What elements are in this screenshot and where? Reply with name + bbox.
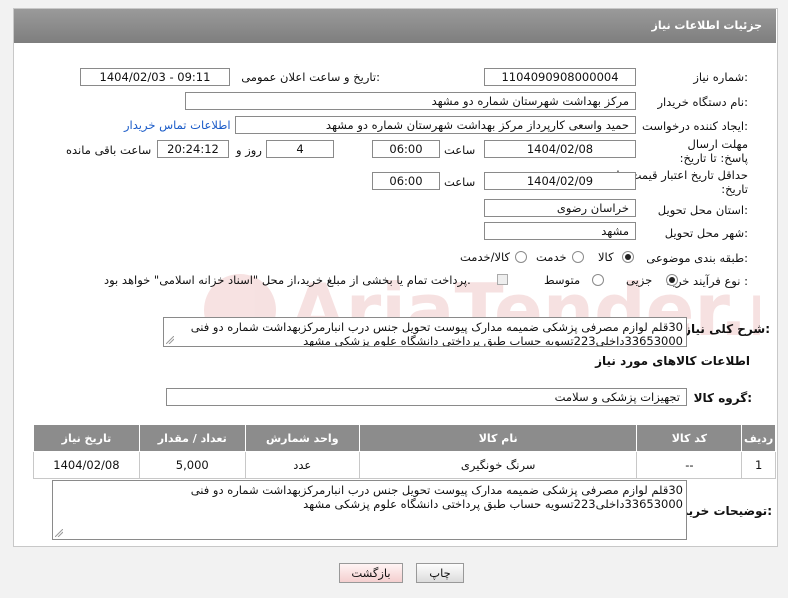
days-field: 4 [266, 140, 334, 158]
buyer-notes-text: 30قلم لوازم مصرفی پزشکی ضمیمه مدارک پیوس… [190, 483, 683, 511]
resize-grip-icon [55, 529, 63, 537]
goods-group-field: تجهیزات پزشکی و سلامت [166, 388, 687, 406]
page-title: جزئیات اطلاعات نیاز [651, 19, 763, 32]
buyer-org-field: مرکز بهداشت شهرستان شماره دو مشهد [185, 92, 636, 110]
back-button[interactable]: بازگشت [339, 563, 403, 583]
goods-section-title: اطلاعات کالاهای مورد نیاز [595, 354, 750, 368]
creator-label: ایجاد کننده درخواست: [642, 119, 748, 133]
title-bar: جزئیات اطلاعات نیاز [14, 9, 776, 43]
process-label: نوع فرآیند خرید : [666, 274, 748, 288]
payment-note: پرداخت تمام یا بخشی از مبلغ خرید،از محل … [104, 273, 471, 287]
validity-time-field: 06:00 [372, 172, 440, 190]
deadline-time-label: ساعت [444, 143, 476, 157]
process-radio-medium[interactable] [592, 274, 604, 286]
city-label: شهر محل تحویل: [664, 226, 748, 240]
category-option-goods: کالا [598, 250, 614, 264]
process-option-minor: جزیی [626, 273, 653, 287]
process-option-medium: متوسط [544, 273, 581, 287]
buyer-notes-textarea[interactable]: 30قلم لوازم مصرفی پزشکی ضمیمه مدارک پیوس… [52, 480, 687, 540]
cell-date: 1404/02/08 [33, 451, 140, 479]
cell-name: سرنگ خونگیری [358, 451, 638, 479]
deadline-label: مهلت ارسال پاسخ: تا تاریخ: [679, 137, 748, 165]
print-button[interactable]: چاپ [416, 563, 464, 583]
col-header-qty: تعداد / مقدار [138, 424, 246, 452]
cell-code: -- [636, 451, 743, 479]
summary-text: 30قلم لوازم مصرفی پزشکی ضمیمه مدارک پیوس… [190, 320, 683, 347]
contact-info-link[interactable]: اطلاعات تماس خریدار [124, 118, 231, 132]
need-number-label: شماره نیاز: [693, 70, 748, 84]
category-radio-service[interactable] [572, 251, 584, 263]
city-field: مشهد [484, 222, 636, 240]
table-row: 1 -- سرنگ خونگیری عدد 5,000 1404/02/08 [33, 451, 776, 479]
remaining-label: ساعت باقی مانده [66, 143, 152, 157]
col-header-code: کد کالا [636, 424, 743, 452]
col-header-name: نام کالا [358, 424, 638, 452]
process-radio-minor[interactable] [666, 274, 678, 286]
category-radio-goods[interactable] [622, 251, 634, 263]
validity-date-field: 1404/02/09 [484, 172, 636, 190]
province-field: خراسان رضوی [484, 199, 636, 217]
goods-table: ردیف کد کالا نام کالا واحد شمارش تعداد /… [33, 424, 776, 479]
category-option-both: کالا/خدمت [460, 250, 511, 264]
col-header-index: ردیف [741, 424, 776, 452]
category-radio-both[interactable] [515, 251, 527, 263]
cell-unit: عدد [244, 451, 360, 479]
category-option-service: خدمت [536, 250, 567, 264]
cell-index: 1 [741, 451, 776, 479]
col-header-date: تاریخ نیاز [33, 424, 140, 452]
col-header-unit: واحد شمارش [244, 424, 360, 452]
table-header-row: ردیف کد کالا نام کالا واحد شمارش تعداد /… [33, 424, 776, 452]
validity-time-label: ساعت [444, 175, 476, 189]
goods-group-label: گروه کالا: [693, 391, 752, 405]
days-label: روز و [236, 143, 262, 157]
announce-label: تاریخ و ساعت اعلان عمومی: [241, 70, 380, 84]
announce-datetime-field: 1404/02/03 - 09:11 [80, 68, 230, 86]
deadline-time-field: 06:00 [372, 140, 440, 158]
resize-grip-icon [166, 336, 174, 344]
remaining-time-field: 20:24:12 [157, 140, 229, 158]
province-label: استان محل تحویل: [657, 203, 748, 217]
need-number-field: 1104090908000004 [484, 68, 636, 86]
cell-qty: 5,000 [138, 451, 246, 479]
watermark-logo: AriaTender.neT [204, 268, 760, 352]
category-label: طبقه بندی موضوعی: [646, 251, 748, 265]
summary-textarea[interactable]: 30قلم لوازم مصرفی پزشکی ضمیمه مدارک پیوس… [163, 317, 687, 347]
deadline-date-field: 1404/02/08 [484, 140, 636, 158]
treasury-checkbox[interactable] [497, 274, 508, 285]
buyer-org-label: نام دستگاه خریدار: [657, 95, 748, 109]
summary-label: شرح کلی نیاز: [684, 322, 770, 336]
creator-field: حمید واسعی کارپرداز مرکز بهداشت شهرستان … [235, 116, 636, 134]
